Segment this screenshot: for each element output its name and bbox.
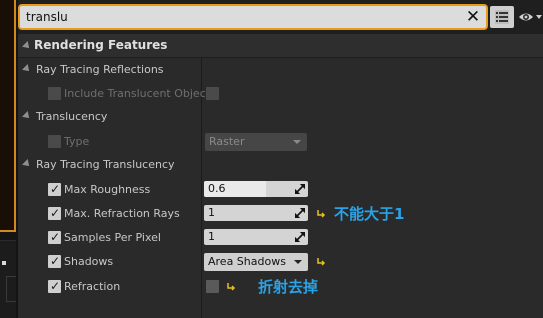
side-toolbar-ridge: [6, 276, 16, 302]
search-input[interactable]: [26, 8, 456, 26]
checkmark-icon: ✓: [50, 182, 61, 196]
annotation-note: 折射去掉: [258, 278, 319, 296]
refraction-override-checkbox[interactable]: ✓: [48, 280, 61, 293]
checkmark-icon: ✓: [50, 206, 61, 220]
samples-per-pixel-field[interactable]: 1: [204, 229, 308, 245]
visibility-filter-button[interactable]: [518, 9, 543, 25]
property-row-shadows: ✓ Shadows Area Shadows: [18, 250, 543, 274]
property-label: Type: [64, 135, 90, 148]
group-translucency[interactable]: Translucency: [18, 105, 543, 129]
include-translucent-value-checkbox[interactable]: [206, 87, 219, 100]
group-label: Ray Tracing Translucency: [36, 158, 175, 171]
samples-per-pixel-value: 1: [208, 230, 215, 243]
checkmark-icon: ✓: [50, 254, 61, 268]
search-box[interactable]: ✕: [20, 6, 486, 28]
triangle-down-icon[interactable]: [22, 41, 32, 51]
property-label: Max Roughness: [64, 183, 151, 196]
type-dropdown[interactable]: Raster: [205, 133, 307, 151]
property-label: Samples Per Pixel: [64, 231, 161, 244]
max-refraction-rays-override-checkbox[interactable]: ✓: [48, 207, 61, 220]
property-row-type: Type Raster: [18, 130, 543, 154]
shadows-dropdown-value: Area Shadows: [208, 255, 286, 268]
max-roughness-value: 0.6: [208, 182, 226, 195]
chevron-down-icon: [294, 260, 302, 264]
reset-to-default-arrow-icon[interactable]: [316, 257, 326, 267]
property-row-refraction: ✓ Refraction 折射去掉: [18, 275, 543, 299]
property-row-include-translucent: Include Translucent Object: [18, 82, 543, 106]
shadows-override-checkbox[interactable]: ✓: [48, 255, 61, 268]
side-toolbar-marker: [2, 261, 6, 265]
group-ray-tracing-reflections[interactable]: Ray Tracing Reflections: [18, 58, 543, 82]
resize-arrows-icon: [295, 232, 305, 242]
samples-per-pixel-override-checkbox[interactable]: ✓: [48, 231, 61, 244]
max-roughness-override-checkbox[interactable]: ✓: [48, 183, 61, 196]
refraction-checkbox[interactable]: [206, 280, 219, 293]
triangle-down-icon[interactable]: [22, 64, 32, 74]
viewport-preview: [0, 0, 16, 232]
shadows-dropdown[interactable]: Area Shadows: [204, 253, 308, 271]
property-label: Shadows: [64, 255, 114, 268]
group-label: Translucency: [36, 110, 108, 123]
triangle-down-icon[interactable]: [22, 111, 32, 121]
max-refraction-rays-field[interactable]: 1: [204, 205, 308, 221]
list-view-icon: [495, 10, 509, 24]
checkmark-icon: ✓: [50, 230, 61, 244]
view-options-button[interactable]: [490, 6, 514, 28]
search-row: ✕: [18, 0, 543, 34]
property-row-samples-per-pixel: ✓ Samples Per Pixel 1: [18, 226, 543, 250]
checkmark-icon: ✓: [50, 279, 61, 293]
eye-icon: [519, 13, 542, 21]
max-refraction-rays-value: 1: [208, 206, 215, 219]
type-dropdown-value: Raster: [209, 135, 245, 148]
include-translucent-checkbox[interactable]: [48, 87, 61, 100]
property-label: Refraction: [64, 280, 121, 293]
side-toolbar: [0, 240, 16, 318]
property-row-max-roughness: ✓ Max Roughness 0.6: [18, 178, 543, 202]
chevron-down-icon: [293, 140, 301, 144]
category-label: Rendering Features: [34, 38, 168, 52]
resize-arrows-icon: [295, 184, 305, 194]
group-ray-tracing-translucency[interactable]: Ray Tracing Translucency: [18, 153, 543, 177]
max-roughness-slider[interactable]: 0.6: [204, 181, 308, 197]
viewport-edge: [0, 0, 18, 318]
property-row-max-refraction-rays: ✓ Max. Refraction Rays 1 不能大于1: [18, 202, 543, 226]
close-icon[interactable]: ✕: [464, 6, 482, 28]
details-panel: ✕ Rendering Features Ray Tracing: [18, 0, 543, 318]
type-override-checkbox[interactable]: [48, 135, 61, 148]
reset-to-default-arrow-icon[interactable]: [226, 282, 236, 292]
reset-to-default-arrow-icon[interactable]: [316, 209, 326, 219]
property-label: Max. Refraction Rays: [64, 207, 180, 220]
property-label: Include Translucent Object: [64, 87, 211, 100]
triangle-down-icon[interactable]: [22, 159, 32, 169]
resize-arrows-icon: [295, 208, 305, 218]
category-rendering-features[interactable]: Rendering Features: [18, 34, 543, 58]
group-label: Ray Tracing Reflections: [36, 63, 164, 76]
annotation-note: 不能大于1: [334, 205, 405, 223]
